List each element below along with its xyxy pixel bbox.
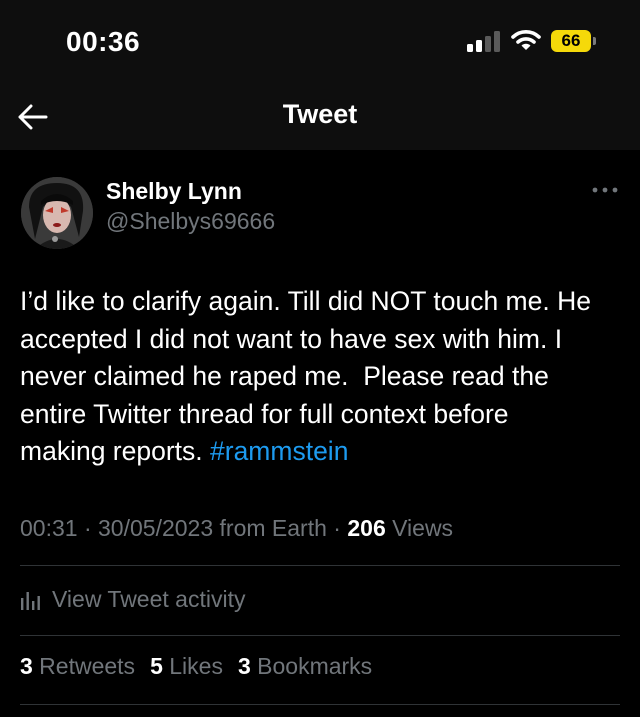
retweets-count: 3: [20, 653, 33, 679]
tweet-line: I’d like to clarify again. Till did NOT …: [20, 286, 591, 316]
view-tweet-activity-button[interactable]: View Tweet activity: [20, 582, 245, 616]
status-bar: 00:36 66: [0, 0, 640, 85]
tweet-time[interactable]: 00:31: [20, 515, 78, 541]
views-label: Views: [385, 515, 454, 541]
meta-separator: ·: [326, 515, 348, 541]
tweet-source: from Earth: [213, 515, 327, 541]
bar-chart-icon: [21, 592, 40, 610]
tweet-date[interactable]: 30/05/2023: [98, 515, 213, 541]
meta-separator: ·: [77, 515, 99, 541]
avatar-image: [21, 177, 93, 249]
wifi-icon: [511, 30, 541, 50]
likes-label: Likes: [162, 653, 223, 679]
nav-bar: Tweet: [0, 85, 640, 150]
tweet-line: making reports. #rammstein: [20, 433, 632, 471]
retweets-stat[interactable]: 3 Retweets: [20, 653, 135, 680]
status-time: 00:36: [66, 26, 141, 57]
cellular-signal-icon: [467, 30, 501, 52]
bookmarks-label: Bookmarks: [250, 653, 373, 679]
page-title: Tweet: [282, 99, 358, 129]
divider: [20, 635, 620, 636]
tweet-line: entire Twitter thread for full context b…: [20, 398, 509, 429]
likes-stat[interactable]: 5 Likes: [150, 653, 223, 680]
battery-icon: 66: [551, 30, 591, 52]
avatar[interactable]: [21, 177, 93, 249]
tweet-line-text: making reports.: [20, 436, 210, 466]
bookmarks-count: 3: [237, 653, 251, 679]
tweet-meta: 00:31 · 30/05/2023 from Earth · 206 View…: [20, 515, 453, 542]
tweet-line: never claimed he raped me. Please read t…: [20, 361, 549, 391]
retweets-label: Retweets: [32, 653, 136, 679]
author-display-name[interactable]: Shelby Lynn: [106, 178, 242, 205]
hashtag-link[interactable]: #rammstein: [210, 436, 348, 466]
tweet-line: accepted I did not want to have sex with…: [20, 323, 563, 354]
divider: [20, 565, 620, 566]
tweet-stats: 3 Retweets 5 Likes 3 Bookmarks: [20, 653, 387, 680]
views-count: 206: [347, 515, 386, 541]
likes-count: 5: [150, 653, 163, 679]
battery-nub: [593, 37, 596, 45]
bookmarks-stat[interactable]: 3 Bookmarks: [238, 653, 372, 680]
tweet-text: I’d like to clarify again. Till did NOT …: [20, 283, 632, 471]
author-handle[interactable]: @Shelbys69666: [106, 208, 275, 235]
divider: [20, 704, 620, 705]
view-tweet-activity-label: View Tweet activity: [52, 585, 246, 612]
more-horizontal-icon[interactable]: [590, 180, 620, 200]
